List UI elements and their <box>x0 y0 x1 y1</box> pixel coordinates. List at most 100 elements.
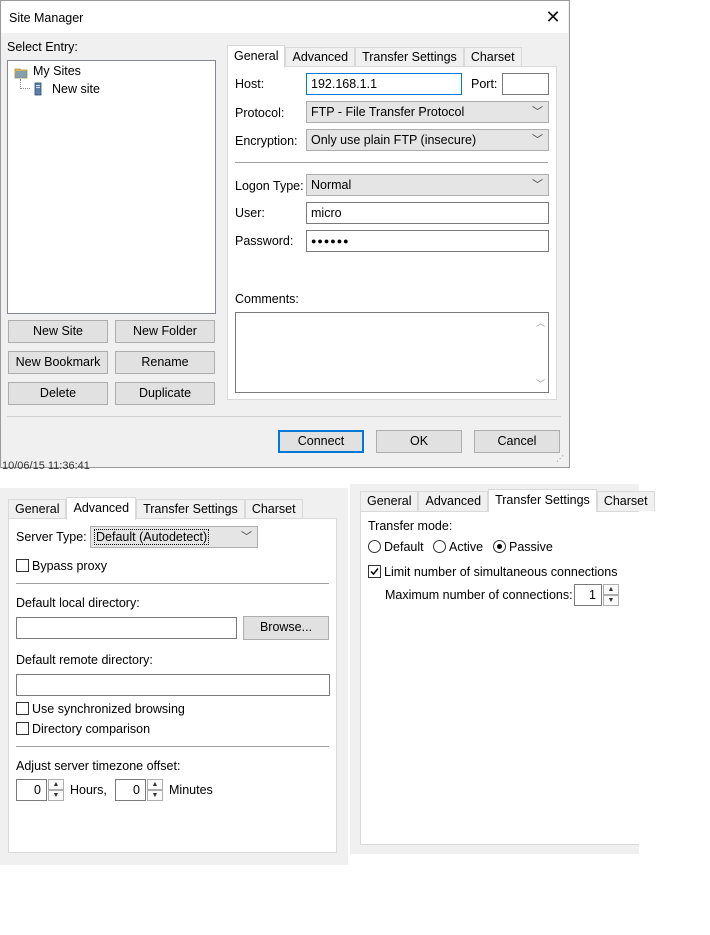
tab-advanced[interactable]: Advanced <box>285 47 356 67</box>
window-title: Site Manager <box>9 11 84 25</box>
server-type-label: Server Type: <box>16 530 87 544</box>
minutes-label: Minutes <box>169 783 213 797</box>
close-icon[interactable]: ✕ <box>544 8 562 26</box>
tab-general[interactable]: General <box>227 45 286 68</box>
comments-textarea[interactable]: ︿ ﹀ <box>235 312 549 393</box>
server-type-value: Default (Autodetect) <box>93 529 210 545</box>
minutes-down-icon[interactable]: ▼ <box>147 790 163 801</box>
new-site-button[interactable]: New Site <box>8 320 108 343</box>
mode-active-label: Active <box>449 540 484 554</box>
transfer-mode-label: Transfer mode: <box>368 519 453 533</box>
mode-default-radio[interactable] <box>368 540 381 553</box>
resize-grip-icon[interactable]: ⋰ <box>556 454 566 464</box>
logon-type-select[interactable]: Normal ﹀ <box>306 174 549 196</box>
protocol-label: Protocol: <box>235 106 285 120</box>
title-bar <box>1 1 568 33</box>
transfer-panel <box>360 511 639 845</box>
max-connections-spinner[interactable]: 1 <box>574 584 602 606</box>
port-input[interactable] <box>502 73 549 95</box>
tree-connector <box>20 79 30 89</box>
cancel-button[interactable]: Cancel <box>474 430 560 453</box>
encryption-label: Encryption: <box>235 134 298 148</box>
host-input[interactable]: 192.168.1.1 <box>306 73 462 95</box>
remote-dir-label: Default remote directory: <box>16 653 153 667</box>
encryption-select[interactable]: Only use plain FTP (insecure) ﹀ <box>306 129 549 151</box>
hours-spinner[interactable]: 0 <box>16 779 47 801</box>
sync-browsing-checkbox[interactable] <box>16 702 29 715</box>
footer-divider <box>7 416 561 417</box>
scroll-up-icon[interactable]: ︿ <box>536 316 545 329</box>
hours-down-icon[interactable]: ▼ <box>48 790 64 801</box>
browse-button[interactable]: Browse... <box>243 616 329 640</box>
user-label: User: <box>235 206 265 220</box>
advanced-tab-strip: General Advanced Transfer Settings Chars… <box>8 497 303 520</box>
remote-dir-input[interactable] <box>16 674 330 696</box>
duplicate-button[interactable]: Duplicate <box>115 382 215 405</box>
logon-type-label: Logon Type: <box>235 179 304 193</box>
max-connections-down-icon[interactable]: ▼ <box>603 595 619 606</box>
server-icon <box>32 82 44 96</box>
delete-button[interactable]: Delete <box>8 382 108 405</box>
hours-label: Hours, <box>70 783 107 797</box>
site-tree[interactable]: My Sites New site <box>7 60 216 314</box>
limit-connections-label: Limit number of simultaneous connections <box>384 565 618 579</box>
folder-icon <box>14 67 28 79</box>
user-input[interactable]: micro <box>306 202 549 224</box>
local-dir-label: Default local directory: <box>16 596 140 610</box>
tab-advanced[interactable]: Advanced <box>66 497 137 520</box>
divider <box>235 162 548 163</box>
timestamp: 10/06/15 11:36:41 <box>2 460 90 469</box>
mode-default-label: Default <box>384 540 424 554</box>
transfer-tab-strip: General Advanced Transfer Settings Chars… <box>360 489 655 512</box>
tab-transfer-settings[interactable]: Transfer Settings <box>136 499 245 519</box>
tab-advanced[interactable]: Advanced <box>418 491 489 511</box>
dir-comparison-checkbox[interactable] <box>16 722 29 735</box>
ok-button[interactable]: OK <box>376 430 462 453</box>
encryption-value: Only use plain FTP (insecure) <box>311 133 477 147</box>
limit-connections-checkbox[interactable] <box>368 565 381 578</box>
max-connections-value: 1 <box>589 588 596 602</box>
tree-item-new-site[interactable]: New site <box>52 82 100 96</box>
max-connections-up-icon[interactable]: ▲ <box>603 584 619 595</box>
mode-passive-label: Passive <box>509 540 553 554</box>
bypass-proxy-checkbox[interactable] <box>16 559 29 572</box>
logon-type-value: Normal <box>311 178 352 192</box>
protocol-select[interactable]: FTP - File Transfer Protocol ﹀ <box>306 101 549 123</box>
mode-active-radio[interactable] <box>433 540 446 553</box>
tab-transfer-settings[interactable]: Transfer Settings <box>355 47 464 67</box>
minutes-up-icon[interactable]: ▲ <box>147 779 163 790</box>
rename-button[interactable]: Rename <box>115 351 215 374</box>
timezone-label: Adjust server timezone offset: <box>16 759 181 773</box>
password-label: Password: <box>235 234 294 248</box>
hours-up-icon[interactable]: ▲ <box>48 779 64 790</box>
minutes-value: 0 <box>133 783 140 797</box>
tab-charset[interactable]: Charset <box>596 491 655 511</box>
host-label: Host: <box>235 77 265 91</box>
new-folder-button[interactable]: New Folder <box>115 320 215 343</box>
divider <box>16 746 329 747</box>
tab-strip: General Advanced Transfer Settings Chars… <box>227 45 522 68</box>
password-input[interactable]: ●●●●●● <box>306 230 549 252</box>
checkmark-icon <box>370 568 379 576</box>
sync-browsing-label: Use synchronized browsing <box>32 702 185 716</box>
new-bookmark-button[interactable]: New Bookmark <box>8 351 108 374</box>
dir-comparison-label: Directory comparison <box>32 722 151 736</box>
chevron-down-icon: ﹀ <box>532 134 543 146</box>
bypass-proxy-label: Bypass proxy <box>32 559 108 573</box>
select-entry-label: Select Entry: <box>7 40 78 54</box>
hours-value: 0 <box>34 783 41 797</box>
tab-transfer-settings[interactable]: Transfer Settings <box>488 489 597 512</box>
minutes-spinner[interactable]: 0 <box>115 779 146 801</box>
scroll-down-icon[interactable]: ﹀ <box>536 377 545 390</box>
connect-button[interactable]: Connect <box>278 430 364 453</box>
tab-charset[interactable]: Charset <box>244 499 303 519</box>
tab-general[interactable]: General <box>8 499 67 519</box>
local-dir-input[interactable] <box>16 617 237 639</box>
server-type-select[interactable]: Default (Autodetect) ﹀ <box>90 526 258 548</box>
mode-passive-radio[interactable] <box>493 540 506 553</box>
comments-label: Comments: <box>235 292 299 306</box>
port-label: Port: <box>471 77 498 91</box>
tab-general[interactable]: General <box>360 491 419 511</box>
tab-charset[interactable]: Charset <box>463 47 522 67</box>
tree-item-my-sites[interactable]: My Sites <box>33 64 81 78</box>
